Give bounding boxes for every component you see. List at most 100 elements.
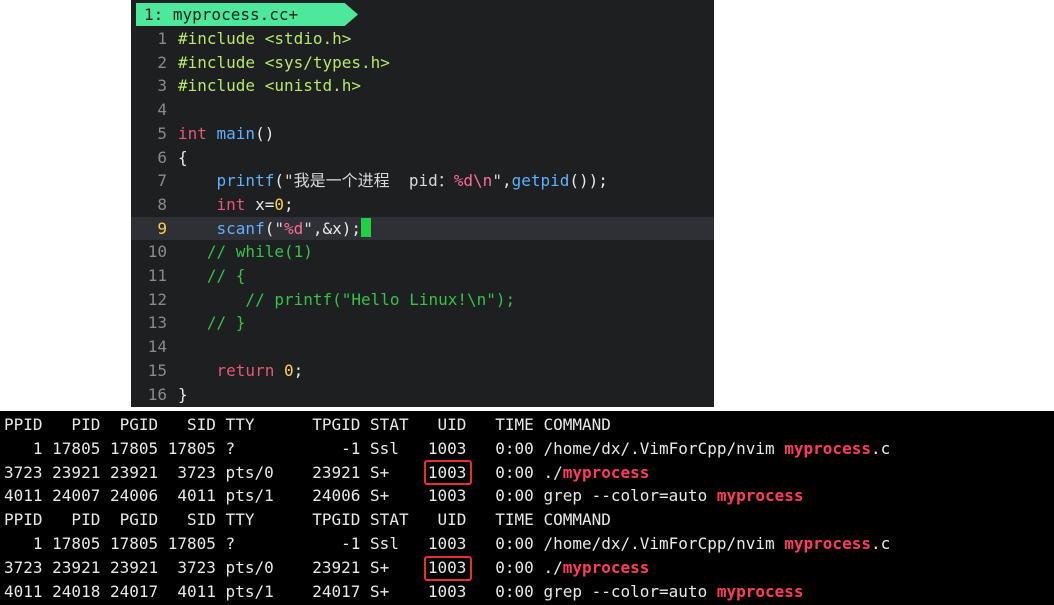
code-line[interactable]: 16}: [131, 383, 714, 407]
terminal-output[interactable]: PPID PID PGID SID TTY TPGID STAT UID TIM…: [0, 411, 1054, 605]
code-token: int: [178, 123, 217, 143]
code-line[interactable]: 13 // }: [131, 311, 714, 335]
line-number: 6: [157, 147, 167, 167]
line-number: 1: [157, 29, 167, 48]
ps-fields: 3723 23921 23921 3723 pts/0 23921 S+ 100…: [4, 557, 563, 577]
code-line[interactable]: 4: [131, 98, 714, 122]
code-token: // printf("Hello Linux!\n");: [178, 289, 516, 309]
stat-highlight-box: [424, 556, 472, 581]
code-token: %d: [283, 218, 304, 238]
code-token: 0: [274, 194, 284, 214]
ps-header: PPID PID PGID SID TTY TPGID STAT UID TIM…: [4, 510, 611, 530]
code-token: "我是一个进程 pid：: [283, 171, 454, 191]
code-token: return: [216, 360, 284, 380]
line-number: 9: [157, 218, 167, 238]
code-line[interactable]: 10 // while(1): [131, 240, 714, 264]
grep-match: myprocess: [784, 534, 871, 553]
code-line[interactable]: 12 // printf("Hello Linux!\n");: [131, 288, 714, 312]
line-number: 10: [147, 242, 167, 262]
line-number: 12: [147, 289, 167, 309]
grep-match: myprocess: [562, 557, 650, 577]
ps-header: PPID PID PGID SID TTY TPGID STAT UID TIM…: [4, 415, 611, 434]
ps-row: 4011 24018 24017 4011 pts/1 24017 S+ 100…: [4, 580, 804, 604]
code-line[interactable]: 14: [131, 335, 714, 359]
code-token: #include: [178, 52, 265, 72]
code-token: x=: [255, 194, 275, 214]
code-token: ,&x);: [312, 218, 362, 238]
code-line[interactable]: 2 #include <sys/types.h>: [131, 51, 714, 75]
line-number: 4: [157, 100, 167, 120]
ps-row: 3723 23921 23921 3723 pts/0 23921 S+ 100…: [4, 461, 649, 485]
line-number: 7: [157, 171, 167, 191]
line-number: 13: [147, 313, 167, 333]
code-token: (: [274, 171, 284, 191]
code-token: (: [264, 218, 275, 238]
grep-match: myprocess: [784, 438, 871, 458]
code-line[interactable]: 7 printf("我是一个进程 pid：%d\n",getpid());: [131, 169, 714, 193]
line-number: 14: [147, 337, 167, 357]
code-token: ,: [501, 171, 512, 191]
buffer-tab[interactable]: 1: myprocess.cc+: [136, 3, 358, 26]
code-line[interactable]: 3 #include <unistd.h>: [131, 74, 714, 98]
code-line[interactable]: 15 return 0;: [131, 359, 714, 383]
ps-fields: 1 17805 17805 17805 ? -1 Ssl 1003 0:00 /…: [4, 438, 785, 458]
code-token: ": [274, 218, 284, 238]
ps-fields: 4011 24007 24006 4011 pts/1 24006 S+ 100…: [4, 486, 717, 506]
ps-row: 3723 23921 23921 3723 pts/0 23921 S+ 100…: [4, 556, 649, 580]
ps-fields: 4011 24018 24017 4011 pts/1 24017 S+ 100…: [4, 581, 717, 601]
code-line[interactable]: 11 // {: [131, 264, 714, 288]
code-line[interactable]: 1 #include <stdio.h>: [131, 27, 714, 51]
code-token: 0: [283, 360, 294, 380]
code-line[interactable]: 6{: [131, 146, 714, 170]
code-token: printf: [216, 171, 275, 191]
code-token: ": [492, 171, 502, 191]
code-line[interactable]: 5 int main(): [131, 122, 714, 146]
code-token: (): [255, 123, 275, 143]
text-cursor: [361, 217, 372, 237]
ps-suffix: .c: [870, 438, 891, 458]
line-number: 2: [157, 52, 167, 72]
code-token: // while(1): [178, 242, 313, 262]
vim-editor[interactable]: 1: myprocess.cc+ 1 #include <stdio.h> 2 #in…: [131, 0, 714, 407]
code-token: %d\n: [453, 171, 493, 191]
code-token: <stdio.h>: [264, 29, 352, 48]
code-token: #include: [178, 76, 265, 96]
line-number: 8: [157, 194, 167, 214]
code-token: getpid: [511, 171, 570, 191]
code-token: ": [303, 218, 313, 238]
line-number: 15: [147, 360, 167, 380]
code-token: main: [216, 123, 256, 143]
code-token: }: [178, 384, 188, 404]
code-token: <sys/types.h>: [264, 52, 390, 72]
line-number: 16: [147, 384, 167, 404]
ps-fields: 1 17805 17805 17805 ? -1 Ssl 1003 0:00 /…: [4, 534, 785, 553]
code-token: ;: [293, 360, 304, 380]
ps-row: 1 17805 17805 17805 ? -1 Ssl 1003 0:00 /…: [4, 532, 890, 556]
grep-match: myprocess: [716, 486, 804, 506]
line-number: 11: [147, 266, 167, 285]
stat-highlight-box: [424, 460, 472, 485]
code-token: ;: [283, 194, 294, 214]
ps-row: 4011 24007 24006 4011 pts/1 24006 S+ 100…: [4, 484, 804, 508]
line-number: 3: [157, 76, 167, 96]
ps-fields: 3723 23921 23921 3723 pts/0 23921 S+ 100…: [4, 462, 563, 482]
ps-row: 1 17805 17805 17805 ? -1 Ssl 1003 0:00 /…: [4, 437, 890, 461]
line-number: 5: [157, 123, 167, 143]
grep-match: myprocess: [562, 462, 650, 482]
code-token: #include: [178, 29, 265, 48]
code-token: {: [178, 147, 188, 167]
code-token: scanf: [216, 218, 265, 238]
code-token: <unistd.h>: [264, 76, 362, 96]
code-token: // }: [178, 313, 246, 333]
code-token: ());: [569, 171, 608, 191]
grep-match: myprocess: [716, 581, 804, 601]
code-line[interactable]: 8 int x=0;: [131, 193, 714, 217]
code-line[interactable]: 9 scanf("%d",&x);: [131, 216, 714, 241]
code-token: // {: [178, 266, 246, 285]
code-token: int: [216, 194, 256, 214]
ps-suffix: .c: [870, 534, 891, 553]
